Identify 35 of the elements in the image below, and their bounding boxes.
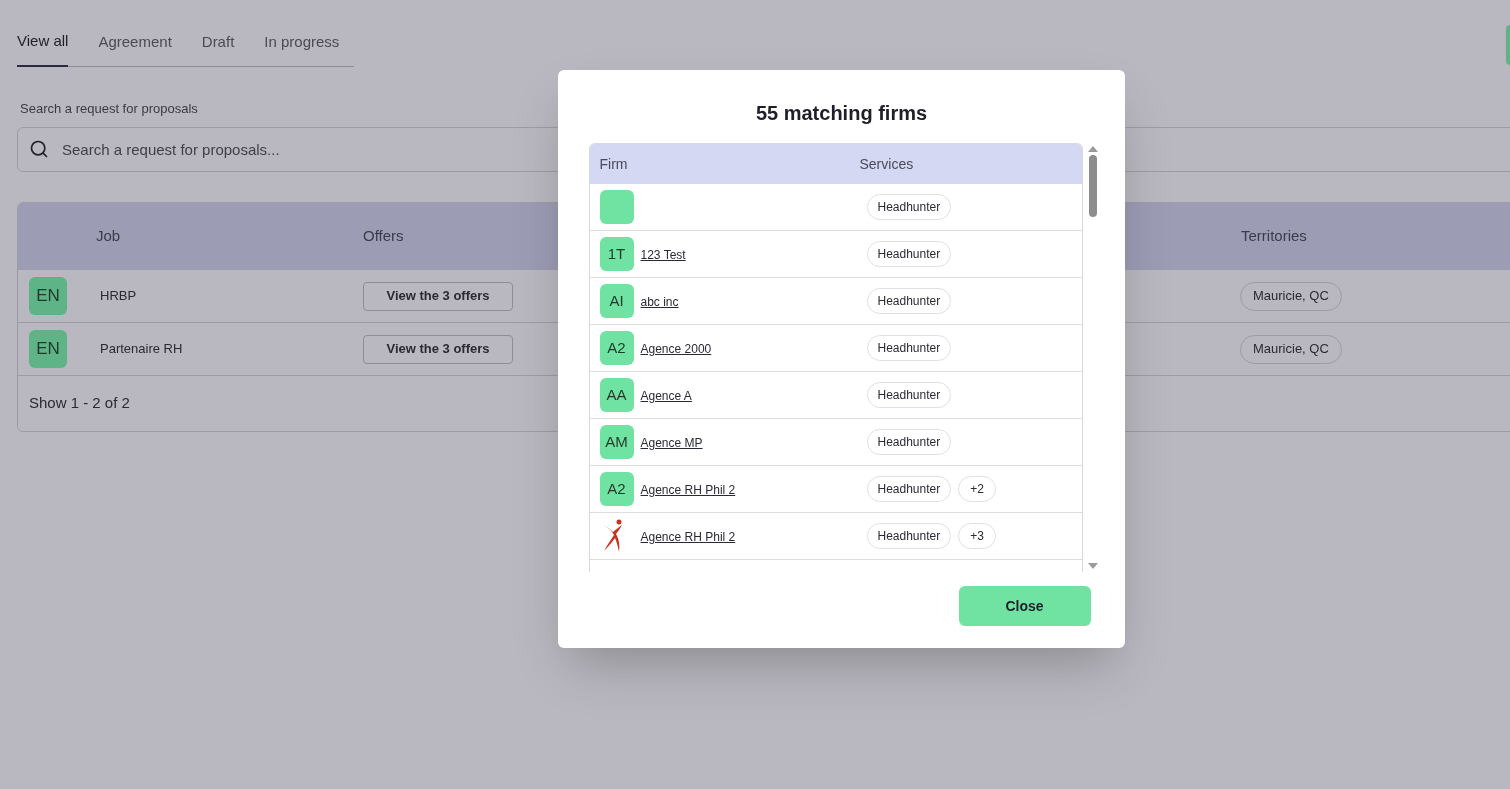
firm-avatar: AI [599,284,634,318]
pagination-text: Show 1 - 2 of 2 [29,393,130,414]
firm-link[interactable]: abc inc [640,295,679,309]
job-title: Partenaire RH [100,340,184,359]
firm-link[interactable]: Agence A [640,389,692,403]
tab[interactable]: In progress [264,30,340,66]
firm-avatar [599,190,634,224]
scrollbar-thumb[interactable] [1088,155,1097,217]
firm-avatar: A2 [599,472,634,506]
close-button[interactable]: Close [958,586,1091,626]
modal-title: 55 matching firms [755,101,928,126]
column-header: Offers [363,226,405,247]
firm-link[interactable]: Agence RH Phil 2 [640,530,736,544]
view-offers-button[interactable]: View the 3 offers [363,281,513,311]
tab[interactable]: View all [17,30,69,67]
tab[interactable]: Agreement [98,30,172,66]
firm-link[interactable]: Agence RH Phil 2 [640,483,736,497]
column-header: Services [859,154,914,174]
search-icon [29,139,49,159]
search-label: Search a request for proposals [20,99,198,118]
firm-avatar: A2 [599,331,634,365]
view-offers-button[interactable]: View the 3 offers [363,334,513,364]
firm-avatar: AA [599,378,634,412]
tab[interactable]: Draft [201,30,235,66]
firm-link[interactable]: 123 Test [640,248,686,262]
job-title: HRBP [100,287,138,306]
firm-avatar: 1T [599,237,634,271]
column-header: Firm [599,154,629,174]
firm-avatar: AM [599,425,634,459]
column-header: Territories [1241,226,1307,247]
firm-link[interactable]: Agence MP [640,436,703,450]
avatar: EN [29,277,67,315]
avatar: EN [29,330,67,368]
firm-link[interactable]: Agence 2000 [640,342,712,356]
column-header: Job [96,226,122,247]
